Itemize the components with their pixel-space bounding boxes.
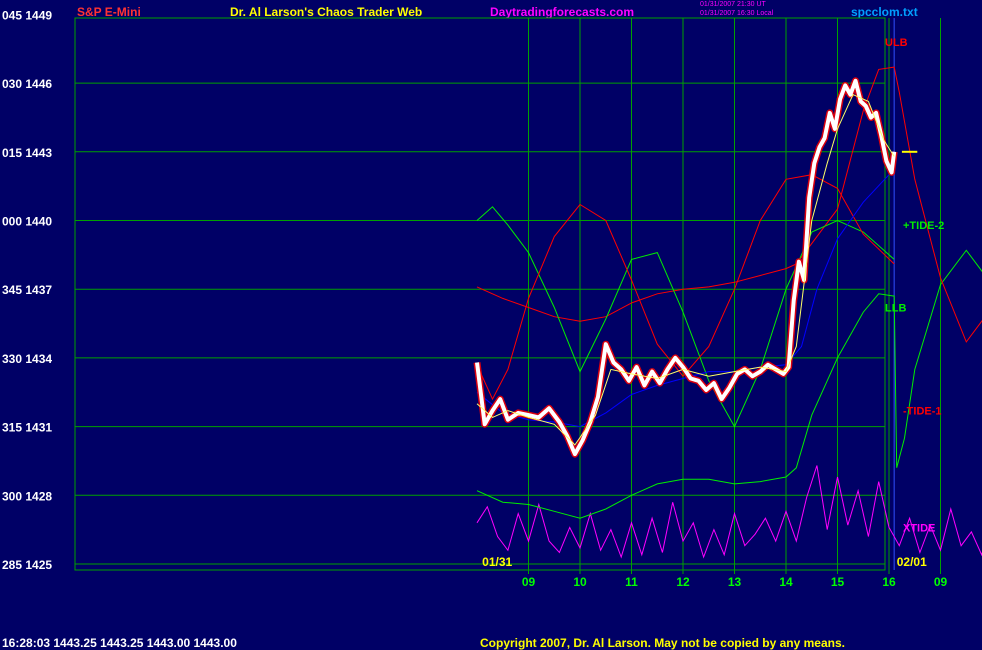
chart-labels: 045 1449 030 1446 015 1443 000 1440 345 1437… (2, 8, 948, 589)
price-tick-label: 045 1449 (2, 8, 52, 22)
series-label: ULB (885, 37, 908, 49)
series-line-llb (476, 249, 982, 519)
hour-tick-label: 11 (625, 575, 638, 589)
series-line-tide-2 (476, 206, 895, 428)
price-bars (475, 78, 897, 457)
hour-tick-label: 14 (779, 575, 793, 589)
hour-tick-label: 10 (573, 575, 587, 589)
series-label: LLB (885, 303, 906, 315)
series-label: +TIDE-2 (903, 220, 944, 232)
price-tick-label: 345 1437 (2, 283, 52, 297)
hour-tick-label: 15 (831, 575, 845, 589)
price-tick-label: 285 1425 (2, 558, 52, 572)
day-label: 01/31 (482, 555, 512, 569)
hour-tick-label: 16 (882, 575, 896, 589)
price-tick-label: 330 1434 (2, 352, 52, 366)
price-tick-label: 300 1428 (2, 489, 52, 503)
plot-frame (74, 17, 886, 571)
copyright-notice: Copyright 2007, Dr. Al Larson. May not b… (480, 636, 845, 650)
hour-tick-label: 12 (676, 575, 690, 589)
price-tick-label: 015 1443 (2, 146, 52, 160)
price-chart: 045 1449 030 1446 015 1443 000 1440 345 1437… (2, 8, 982, 589)
price-tick-label: 315 1431 (2, 421, 52, 435)
series-label: XTIDE (903, 522, 935, 534)
price-tick-label: 030 1446 (2, 77, 52, 91)
day-label: 02/01 (897, 555, 927, 569)
series-line-fast-avg (476, 93, 895, 446)
price-bars-shadow (473, 77, 898, 458)
quote-readout: 16:28:03 1443.25 1443.25 1443.00 1443.00 (2, 636, 237, 650)
series-label: -TIDE-1 (903, 406, 942, 418)
hour-tick-label: 13 (728, 575, 742, 589)
series-line-moving-avg (476, 167, 895, 428)
chart-grid (74, 17, 941, 574)
hour-tick-label: 09 (522, 575, 536, 589)
price-tick-label: 000 1440 (2, 215, 52, 229)
hour-tick-label: 09 (934, 575, 948, 589)
